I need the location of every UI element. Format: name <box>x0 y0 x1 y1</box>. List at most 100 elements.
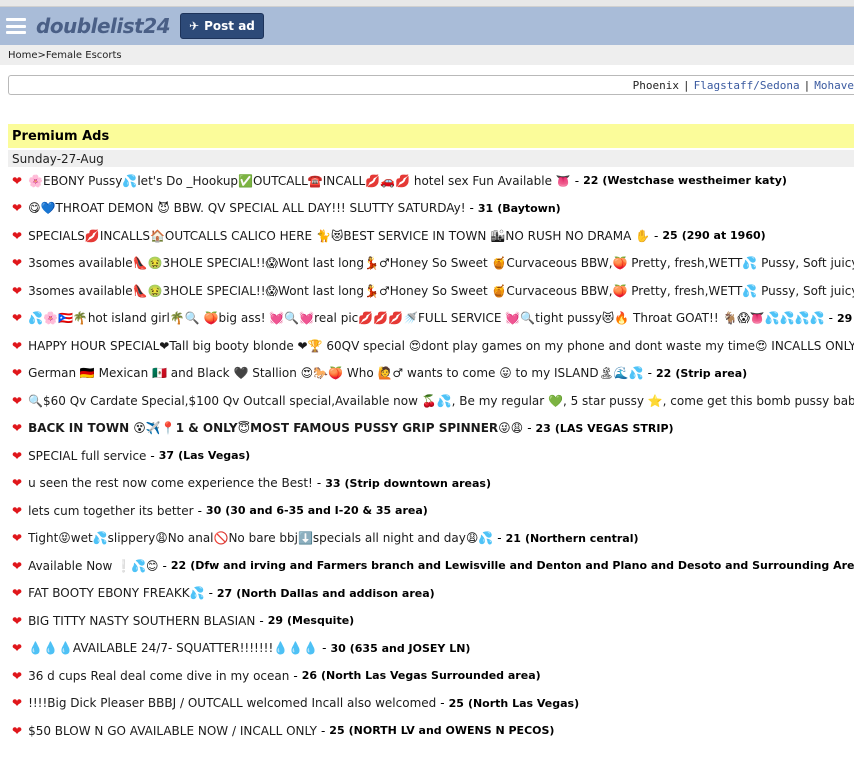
ad-dash: - <box>208 586 213 601</box>
ad-dash: - <box>162 558 167 573</box>
ad-title-link[interactable]: 💧💧💧AVAILABLE 24/7- SQUATTER!!!!!!!💧💧💧 <box>28 641 318 655</box>
site-logo[interactable]: doublelist24 <box>36 14 171 38</box>
ad-list-item: ❤ Tight😝wet💦slippery😩No anal🚫No bare bbj⬇… <box>12 525 854 553</box>
date-heading: Sunday-27-Aug <box>8 150 854 167</box>
heart-icon: ❤ <box>12 228 23 243</box>
ad-dash: - <box>150 448 155 463</box>
heart-icon: ❤ <box>12 503 23 518</box>
heart-icon: ❤ <box>12 283 23 298</box>
city-separator: | <box>803 78 811 92</box>
ad-dash: - <box>574 173 580 188</box>
ad-dash: - <box>316 476 322 491</box>
city-link-flagstaff[interactable]: Flagstaff/Sedona <box>694 79 800 92</box>
ad-location: (North Las Vegas) <box>467 696 580 710</box>
ad-age: 37 <box>158 449 175 463</box>
ad-title-link[interactable]: u seen the rest now come experience the … <box>28 476 313 490</box>
ad-title-link[interactable]: FAT BOOTY EBONY FREAKK💦 <box>28 586 205 600</box>
ad-list-item: ❤ HAPPY HOUR SPECIAL❤Tall big booty blond… <box>12 332 854 360</box>
ad-dash: - <box>497 531 502 546</box>
ad-list-item: ❤ 💦🌸🇵🇷🌴hot island girl🌴🔍 🍑big ass! 💓🔍💓rea… <box>12 305 854 333</box>
ad-list-item: ❤ 🌸EBONY Pussy💦let's Do _Hookup✅OUTCALL☎️… <box>12 167 854 195</box>
ad-title-link[interactable]: BACK IN TOWN 😵✈️📍1 & ONLY😇MOST FAMOUS PU… <box>28 421 523 435</box>
ad-age: 23 <box>535 421 551 435</box>
post-ad-label: Post ad <box>204 19 255 33</box>
city-separator: | <box>683 78 690 92</box>
heart-icon: ❤ <box>12 448 23 463</box>
ad-list-item: ❤ 💧💧💧AVAILABLE 24/7- SQUATTER!!!!!!!💧💧💧 -… <box>12 635 854 663</box>
heart-icon: ❤ <box>12 476 23 491</box>
ad-location: (290 at 1960) <box>681 229 766 243</box>
ad-list-item: ❤ SPECIAL full service -37 (Las Vegas) <box>12 442 854 470</box>
ad-title-link[interactable]: $50 BLOW N GO AVAILABLE NOW / INCALL ONL… <box>28 724 317 738</box>
ad-location: (Strip downtown areas) <box>344 476 492 490</box>
ad-title-link[interactable]: BIG TITTY NASTY SOUTHERN BLASIAN <box>28 614 255 628</box>
ad-dash: - <box>469 201 474 216</box>
ad-age: 25 <box>448 696 464 710</box>
hamburger-icon[interactable] <box>6 16 26 36</box>
ad-list-item: ❤ 3somes available👠🤢3HOLE SPECIAL!!😱Wont … <box>12 250 854 278</box>
ad-list-item: ❤ 😋💙THROAT DEMON 😈 BBW. QV SPECIAL ALL DA… <box>12 195 854 223</box>
ad-age: 22 <box>583 174 599 188</box>
ad-dash: - <box>259 613 264 628</box>
ad-title-link[interactable]: !!!!Big Dick Pleaser BBBJ / OUTCALL welc… <box>28 696 436 710</box>
premium-ads-heading: Premium Ads <box>8 124 854 148</box>
ad-title-link[interactable]: SPECIALS💋INCALLS🏠OUTCALLS CALICO HERE 🐈😻… <box>28 229 650 243</box>
post-ad-button[interactable]: ✈ Post ad <box>180 13 264 39</box>
heart-icon: ❤ <box>12 723 23 738</box>
site-header: doublelist24 ✈ Post ad <box>0 7 854 45</box>
city-link-mohave[interactable]: Mohave <box>814 79 854 92</box>
ads-list: ❤ 🌸EBONY Pussy💦let's Do _Hookup✅OUTCALL☎️… <box>12 167 854 745</box>
heart-icon: ❤ <box>12 641 23 656</box>
ad-location: (Las Vegas) <box>178 449 251 463</box>
heart-icon: ❤ <box>12 201 23 216</box>
ad-title-link[interactable]: Tight😝wet💦slippery😩No anal🚫No bare bbj⬇️… <box>28 531 493 545</box>
heart-icon: ❤ <box>12 311 23 326</box>
heart-icon: ❤ <box>12 338 23 353</box>
ad-title-link[interactable]: Available Now ❕💦😊 <box>28 559 158 573</box>
ad-dash: - <box>293 668 298 683</box>
ad-title-link[interactable]: 😋💙THROAT DEMON 😈 BBW. QV SPECIAL ALL DAY… <box>28 201 465 215</box>
ad-location: (North Dallas and addison area) <box>236 586 435 600</box>
heart-icon: ❤ <box>12 366 23 381</box>
breadcrumb-home[interactable]: Home <box>8 50 38 61</box>
ad-dash: - <box>197 503 202 518</box>
ad-title-link[interactable]: German 🇩🇪 Mexican 🇲🇽 and Black 🖤 Stallio… <box>28 366 644 380</box>
ad-title-link[interactable]: HAPPY HOUR SPECIAL❤Tall big booty blonde… <box>28 339 854 353</box>
breadcrumb: Home > Female Escorts <box>0 45 854 65</box>
ad-location: (Dfw and irving and Farmers branch and L… <box>190 559 854 573</box>
ad-title-link[interactable]: 3somes available👠🤢3HOLE SPECIAL!!😱Wont l… <box>28 256 854 270</box>
ad-list-item: ❤ 3somes available👠🤢3HOLE SPECIAL!!😱Wont … <box>12 277 854 305</box>
ad-age: 26 <box>301 669 318 683</box>
ad-age: 29 <box>267 614 283 628</box>
heart-icon: ❤ <box>12 173 23 188</box>
ad-list-item: ❤ Available Now ❕💦😊 -22 (Dfw and irving an… <box>12 552 854 580</box>
ad-list-item: ❤ lets cum together its better -30 (30 and… <box>12 497 854 525</box>
ad-title-link[interactable]: 🌸EBONY Pussy💦let's Do _Hookup✅OUTCALL☎️I… <box>28 174 571 188</box>
ad-list-item: ❤ !!!!Big Dick Pleaser BBBJ / OUTCALL wel… <box>12 690 854 718</box>
ad-title-link[interactable]: 36 d cups Real deal come dive in my ocea… <box>28 669 289 683</box>
breadcrumb-current[interactable]: Female Escorts <box>46 50 122 61</box>
heart-icon: ❤ <box>12 256 23 271</box>
ad-location: (Northern central) <box>524 531 639 545</box>
heart-icon: ❤ <box>12 696 23 711</box>
heart-icon: ❤ <box>12 531 23 546</box>
ad-location: (LAS VEGAS STRIP) <box>554 421 674 435</box>
ad-title-link[interactable]: 💦🌸🇵🇷🌴hot island girl🌴🔍 🍑big ass! 💓🔍💓real… <box>28 311 825 325</box>
ad-age: 31 <box>477 201 494 215</box>
ad-title-link[interactable]: 🔍$60 Qv Cardate Special,$100 Qv Outcall … <box>28 394 854 408</box>
paper-plane-icon: ✈ <box>189 19 200 33</box>
ad-title-link[interactable]: SPECIAL full service <box>28 449 146 463</box>
ad-age: 29 <box>836 311 853 325</box>
ad-age: 22 <box>170 559 187 573</box>
ad-age: 27 <box>216 586 233 600</box>
ad-location: (635 and JOSEY LN) <box>349 641 471 655</box>
ad-age: 30 <box>205 504 222 518</box>
browser-top-strip <box>0 0 854 7</box>
ad-age: 25 <box>329 724 345 738</box>
ad-list-item: ❤ German 🇩🇪 Mexican 🇲🇽 and Black 🖤 Stalli… <box>12 360 854 388</box>
ad-age: 25 <box>662 229 678 243</box>
ad-title-link[interactable]: 3somes available👠🤢3HOLE SPECIAL!!😱Wont l… <box>28 284 854 298</box>
city-links-bar: Phoenix | Flagstaff/Sedona | Mohave <box>8 75 854 95</box>
ad-title-link[interactable]: lets cum together its better <box>28 504 194 518</box>
ad-location: (Baytown) <box>497 201 561 215</box>
